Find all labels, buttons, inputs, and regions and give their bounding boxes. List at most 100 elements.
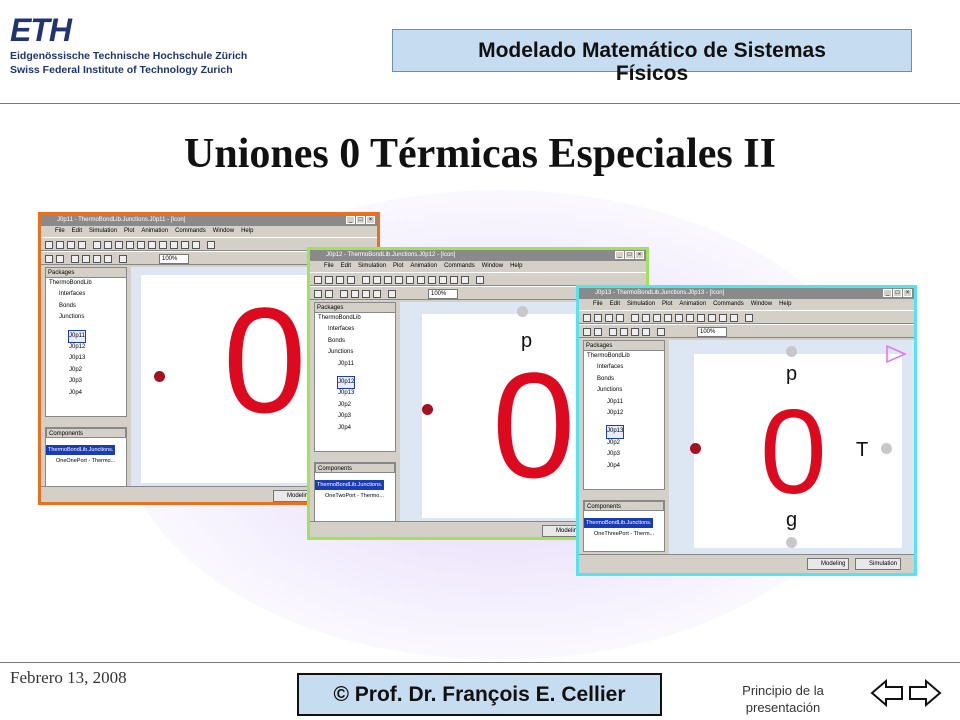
menu-plot[interactable]: Plot xyxy=(662,299,672,310)
rectangle-icon[interactable] xyxy=(384,276,392,284)
tree-item-j0p11[interactable]: J0p11 xyxy=(587,397,664,408)
menu-file[interactable]: File xyxy=(55,226,65,237)
color-icon[interactable] xyxy=(708,314,716,322)
tree-item-interfaces[interactable]: Interfaces xyxy=(49,289,126,300)
close-icon[interactable]: × xyxy=(903,289,912,297)
text-view-icon[interactable] xyxy=(373,290,381,298)
open-icon[interactable] xyxy=(594,314,602,322)
forward-arrow-icon[interactable] xyxy=(909,678,942,708)
check-icon[interactable] xyxy=(476,276,484,284)
text-icon[interactable] xyxy=(686,314,694,322)
component-path[interactable]: ThermoBondLib.Junctions. xyxy=(315,480,385,490)
canvas-area[interactable]: 0 p T g xyxy=(669,340,914,554)
port-left[interactable] xyxy=(690,443,701,454)
tree-item-j0p4[interactable]: J0p4 xyxy=(587,461,664,472)
menu-edit[interactable]: Edit xyxy=(610,299,620,310)
window-j0p13[interactable]: J0p13 - ThermoBondLib.Junctions.J0p13 - … xyxy=(576,285,917,576)
component-port[interactable]: OneThreePort - Therm... xyxy=(584,529,664,539)
new-icon[interactable] xyxy=(583,314,591,322)
polygon-icon[interactable] xyxy=(406,276,414,284)
tree-item-thermobondlib[interactable]: ThermoBondLib xyxy=(587,351,664,362)
tree-item-thermobondlib[interactable]: ThermoBondLib xyxy=(318,313,395,324)
tree-item-j0p13[interactable]: J0p13 xyxy=(49,353,126,364)
port-left[interactable] xyxy=(422,404,433,415)
new-icon[interactable] xyxy=(45,241,53,249)
component-path[interactable]: ThermoBondLib.Junctions. xyxy=(46,445,116,455)
rectangle-icon[interactable] xyxy=(115,241,123,249)
menu-commands[interactable]: Commands xyxy=(175,226,206,237)
diagram-icon[interactable] xyxy=(325,290,333,298)
bitmap-icon[interactable] xyxy=(697,314,705,322)
select-icon[interactable] xyxy=(362,276,370,284)
polygon-icon[interactable] xyxy=(675,314,683,322)
port-top[interactable] xyxy=(517,306,528,317)
tree-item-j0p12[interactable]: J0p12 xyxy=(336,375,356,390)
minimize-icon[interactable]: _ xyxy=(615,251,624,259)
menu-commands[interactable]: Commands xyxy=(444,261,475,272)
tree-item-j0p3[interactable]: J0p3 xyxy=(49,376,126,387)
menu-commands[interactable]: Commands xyxy=(713,299,744,310)
text-view-icon[interactable] xyxy=(104,255,112,263)
zoom-select[interactable]: 100% xyxy=(428,289,458,299)
print-icon[interactable] xyxy=(347,276,355,284)
tree-item-thermobondlib[interactable]: ThermoBondLib xyxy=(49,278,126,289)
port-left[interactable] xyxy=(154,371,165,382)
library-icon[interactable] xyxy=(583,328,591,336)
minimize-icon[interactable]: _ xyxy=(883,289,892,297)
tree-item-j0p11[interactable]: J0p11 xyxy=(68,329,86,344)
close-icon[interactable]: × xyxy=(366,216,375,224)
modeling-button[interactable]: Modeling xyxy=(807,558,850,570)
component-path[interactable]: ThermoBondLib.Junctions. xyxy=(584,518,654,528)
icon-view-icon[interactable] xyxy=(340,290,348,298)
icon-canvas[interactable]: 0 p T g xyxy=(694,354,902,548)
text-icon[interactable] xyxy=(148,241,156,249)
window-titlebar[interactable]: J0p11 - ThermoBondLib.Junctions.J0p11 - … xyxy=(41,215,377,226)
zoom-select[interactable]: 100% xyxy=(697,327,727,337)
documentation-view-icon[interactable] xyxy=(631,328,639,336)
menu-edit[interactable]: Edit xyxy=(72,226,82,237)
tree-item-j0p2[interactable]: J0p2 xyxy=(49,365,126,376)
menu-window[interactable]: Window xyxy=(213,226,234,237)
line-icon[interactable] xyxy=(373,276,381,284)
tree-item-j0p3[interactable]: J0p3 xyxy=(587,449,664,460)
home-link[interactable]: Principio de la presentación xyxy=(728,682,838,716)
tree-item-j0p4[interactable]: J0p4 xyxy=(318,423,395,434)
menu-simulation[interactable]: Simulation xyxy=(358,261,386,272)
zoom-icon[interactable] xyxy=(388,290,396,298)
ellipse-icon[interactable] xyxy=(664,314,672,322)
tree-item-j0p11[interactable]: J0p11 xyxy=(318,359,395,370)
grid-icon[interactable] xyxy=(730,314,738,322)
menu-simulation[interactable]: Simulation xyxy=(89,226,117,237)
port-bottom[interactable] xyxy=(786,537,797,548)
component-port[interactable]: OneOnePort - Thermo... xyxy=(46,456,126,466)
tree-item-junctions[interactable]: Junctions xyxy=(49,312,126,323)
grid-icon[interactable] xyxy=(461,276,469,284)
tree-item-j0p2[interactable]: J0p2 xyxy=(587,438,664,449)
grid-icon[interactable] xyxy=(192,241,200,249)
port-top[interactable] xyxy=(786,346,797,357)
color-icon[interactable] xyxy=(439,276,447,284)
menu-simulation[interactable]: Simulation xyxy=(627,299,655,310)
close-icon[interactable]: × xyxy=(635,251,644,259)
diagram-icon[interactable] xyxy=(594,328,602,336)
tree-item-junctions[interactable]: Junctions xyxy=(318,347,395,358)
menu-animation[interactable]: Animation xyxy=(410,261,437,272)
line-icon[interactable] xyxy=(104,241,112,249)
bitmap-icon[interactable] xyxy=(159,241,167,249)
save-icon[interactable] xyxy=(67,241,75,249)
tree-item-j0p2[interactable]: J0p2 xyxy=(318,400,395,411)
back-arrow-icon[interactable] xyxy=(870,678,903,708)
color-icon[interactable] xyxy=(170,241,178,249)
icon-view-icon[interactable] xyxy=(609,328,617,336)
tree-item-j0p12[interactable]: J0p12 xyxy=(587,408,664,419)
library-icon[interactable] xyxy=(314,290,322,298)
select-icon[interactable] xyxy=(631,314,639,322)
open-icon[interactable] xyxy=(56,241,64,249)
save-icon[interactable] xyxy=(336,276,344,284)
simulation-button[interactable]: Simulation xyxy=(855,558,902,570)
menu-help[interactable]: Help xyxy=(779,299,791,310)
fill-icon[interactable] xyxy=(450,276,458,284)
ellipse-icon[interactable] xyxy=(126,241,134,249)
tree-item-interfaces[interactable]: Interfaces xyxy=(318,324,395,335)
tree-item-interfaces[interactable]: Interfaces xyxy=(587,362,664,373)
